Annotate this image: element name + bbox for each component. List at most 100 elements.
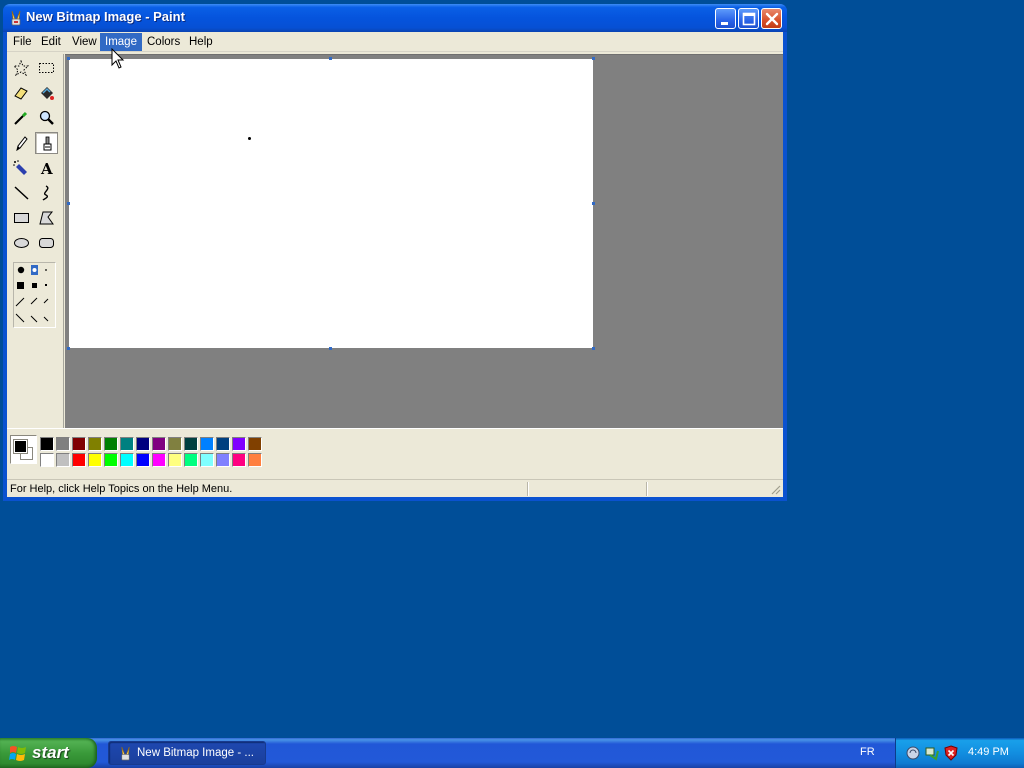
tool-free-form-select[interactable] xyxy=(10,57,33,79)
palette-color-swatch[interactable] xyxy=(184,453,198,467)
resize-handle-left xyxy=(67,202,70,205)
close-button[interactable] xyxy=(761,8,782,29)
tool-pencil[interactable] xyxy=(10,132,33,154)
brush-icon xyxy=(43,136,52,151)
tool-line[interactable] xyxy=(10,182,33,204)
svg-text:A: A xyxy=(40,160,53,176)
palette-color-swatch[interactable] xyxy=(88,453,102,467)
paint-app-icon xyxy=(11,10,21,26)
paint-bucket-icon xyxy=(41,87,54,100)
palette-color-swatch[interactable] xyxy=(200,453,214,467)
status-separator xyxy=(527,482,529,496)
tool-curve[interactable] xyxy=(35,182,58,204)
painted-dot xyxy=(248,137,251,140)
palette-color-swatch[interactable] xyxy=(232,453,246,467)
status-bar: For Help, click Help Topics on the Help … xyxy=(7,479,783,497)
pencil-icon xyxy=(16,136,28,151)
tool-ellipse[interactable] xyxy=(10,232,33,254)
maximize-icon xyxy=(742,12,756,26)
color-box xyxy=(7,428,783,474)
magnifier-icon xyxy=(39,110,54,125)
resize-handle-top-left xyxy=(67,57,70,60)
palette-color-swatch[interactable] xyxy=(200,437,214,451)
volume-icon[interactable] xyxy=(905,745,921,761)
system-tray: 4:49 PM xyxy=(895,738,1024,768)
palette-color-swatch[interactable] xyxy=(104,453,118,467)
polygon-icon xyxy=(39,211,54,225)
menu-view[interactable]: View xyxy=(67,33,102,51)
mouse-cursor-icon xyxy=(111,48,125,69)
foreground-color-swatch xyxy=(13,439,28,454)
taskbar-item-paint[interactable]: New Bitmap Image - ... xyxy=(108,741,266,765)
tool-rounded-rectangle[interactable] xyxy=(35,232,58,254)
palette-color-swatch[interactable] xyxy=(216,437,230,451)
network-icon[interactable] xyxy=(924,745,940,761)
drawing-canvas[interactable] xyxy=(69,59,593,348)
tool-select[interactable] xyxy=(35,57,58,79)
palette-color-swatch[interactable] xyxy=(152,453,166,467)
status-help-text: For Help, click Help Topics on the Help … xyxy=(10,483,233,495)
brush-shape-options-icon xyxy=(15,265,49,323)
menu-edit[interactable]: Edit xyxy=(36,33,66,51)
menu-file[interactable]: File xyxy=(8,33,37,51)
palette-color-swatch[interactable] xyxy=(248,453,262,467)
language-indicator[interactable]: FR xyxy=(860,746,875,758)
palette-color-swatch[interactable] xyxy=(40,437,54,451)
resize-handle-bottom-right[interactable] xyxy=(592,347,595,350)
palette-color-swatch[interactable] xyxy=(136,437,150,451)
menu-help[interactable]: Help xyxy=(184,33,218,51)
palette-color-swatch[interactable] xyxy=(104,437,118,451)
palette-color-swatch[interactable] xyxy=(136,453,150,467)
tool-rectangle[interactable] xyxy=(10,207,33,229)
close-icon xyxy=(765,12,779,26)
resize-handle-bottom[interactable] xyxy=(329,347,332,350)
palette-color-swatch[interactable] xyxy=(88,437,102,451)
curve-icon xyxy=(42,185,49,201)
maximize-button[interactable] xyxy=(738,8,759,29)
resize-handle-top xyxy=(329,57,332,60)
tool-brush[interactable] xyxy=(35,132,58,154)
palette-color-swatch[interactable] xyxy=(40,453,54,467)
drawing-area xyxy=(65,54,783,428)
palette-color-swatch[interactable] xyxy=(184,437,198,451)
tool-fill-with-color[interactable] xyxy=(35,82,58,104)
tool-magnifier[interactable] xyxy=(35,107,58,129)
window-client: File Edit View Image Colors Help A For H… xyxy=(7,32,783,497)
palette-color-swatch[interactable] xyxy=(72,437,86,451)
security-shield-icon[interactable] xyxy=(943,745,959,761)
brush-options-box[interactable] xyxy=(13,262,56,328)
line-icon xyxy=(14,186,29,200)
resize-handle-top-right xyxy=(592,57,595,60)
tool-pick-color[interactable] xyxy=(10,107,33,129)
text-icon: A xyxy=(40,160,53,176)
resize-grip-icon[interactable] xyxy=(769,483,781,495)
tool-airbrush[interactable] xyxy=(10,157,33,179)
start-label: start xyxy=(32,743,69,762)
palette-color-swatch[interactable] xyxy=(248,437,262,451)
tool-text[interactable]: A xyxy=(35,157,58,179)
taskbar-item-label: New Bitmap Image - ... xyxy=(137,747,254,759)
free-form-select-icon xyxy=(13,60,30,76)
palette-color-swatch[interactable] xyxy=(72,453,86,467)
paint-app-icon xyxy=(121,746,130,761)
minimize-button[interactable] xyxy=(715,8,736,29)
menu-colors[interactable]: Colors xyxy=(142,33,185,51)
ellipse-icon xyxy=(14,238,29,248)
rectangle-icon xyxy=(14,213,29,223)
palette-color-swatch[interactable] xyxy=(216,453,230,467)
current-colors xyxy=(10,435,37,464)
tool-eraser[interactable] xyxy=(10,82,33,104)
palette-color-swatch[interactable] xyxy=(120,453,134,467)
tool-polygon[interactable] xyxy=(35,207,58,229)
palette-color-swatch[interactable] xyxy=(56,437,70,451)
palette-color-swatch[interactable] xyxy=(120,437,134,451)
palette-color-swatch[interactable] xyxy=(232,437,246,451)
palette-color-swatch[interactable] xyxy=(168,437,182,451)
start-button[interactable]: start xyxy=(0,738,97,768)
resize-handle-right[interactable] xyxy=(592,202,595,205)
eyedropper-icon xyxy=(14,111,28,125)
palette-color-swatch[interactable] xyxy=(152,437,166,451)
palette-color-swatch[interactable] xyxy=(56,453,70,467)
palette-color-swatch[interactable] xyxy=(168,453,182,467)
title-bar[interactable]: New Bitmap Image - Paint xyxy=(3,4,787,32)
